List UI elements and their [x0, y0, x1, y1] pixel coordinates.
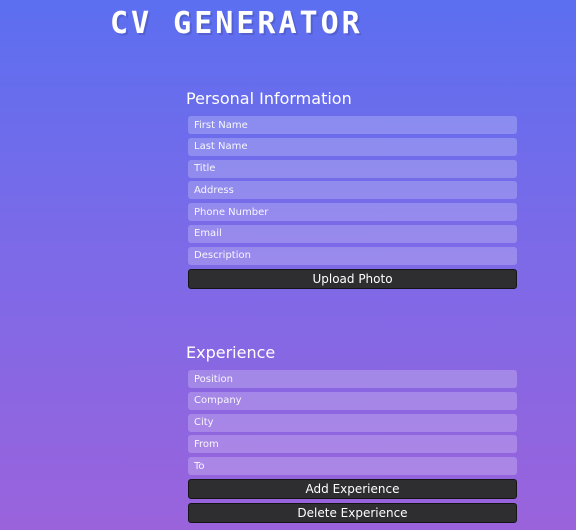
email-input[interactable]	[188, 224, 517, 243]
from-input[interactable]	[188, 435, 517, 454]
personal-information-section: Personal Information Upload Photo	[186, 88, 517, 293]
description-input[interactable]	[188, 246, 517, 265]
add-experience-button[interactable]: Add Experience	[188, 478, 517, 499]
position-input[interactable]	[188, 370, 517, 388]
city-input[interactable]	[188, 413, 517, 432]
delete-experience-button[interactable]: Delete Experience	[188, 502, 517, 523]
address-input[interactable]	[188, 181, 517, 200]
to-input[interactable]	[188, 457, 517, 476]
app-title: CV GENERATOR	[110, 6, 363, 41]
first-name-input[interactable]	[188, 116, 517, 134]
experience-section: Experience Add Experience Delete Experie…	[186, 342, 517, 527]
phone-number-input[interactable]	[188, 203, 517, 222]
company-input[interactable]	[188, 391, 517, 410]
last-name-input[interactable]	[188, 137, 517, 156]
upload-photo-button[interactable]: Upload Photo	[188, 268, 517, 289]
title-input[interactable]	[188, 159, 517, 178]
personal-information-heading: Personal Information	[186, 89, 352, 108]
experience-heading: Experience	[186, 343, 276, 362]
